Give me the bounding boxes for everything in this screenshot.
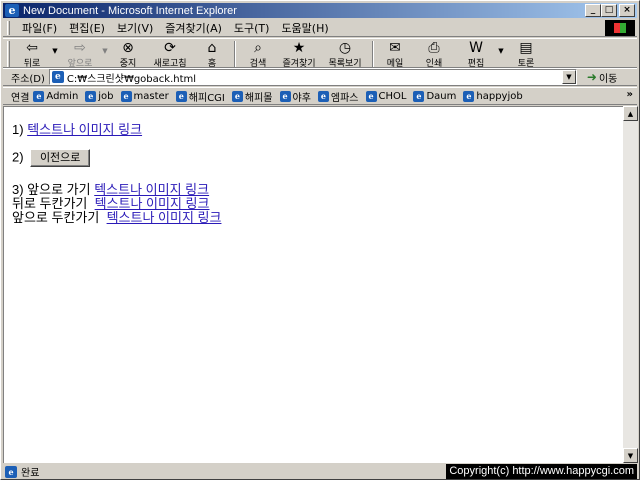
link-page-icon: e	[365, 90, 377, 102]
refresh-button[interactable]: ⟳ 새로고침	[146, 40, 194, 69]
standard-toolbar: ⇦ 뒤로 ▼ ⇨ 앞으로 ▼ ⊗ 중지 ⟳ 새로고침 ⌂ 홈 ⌕ 검색 ★ 즐겨…	[3, 38, 637, 69]
status-text: 완료	[21, 468, 40, 479]
menu-grip[interactable]	[7, 20, 10, 35]
previous-button[interactable]: 이전으로	[30, 149, 91, 167]
go-arrow-icon: ➜	[586, 70, 597, 84]
status-page-icon: e	[5, 465, 17, 478]
edit-icon: W	[469, 40, 483, 56]
content-line-1: 1) 텍스트나 이미지 링크	[12, 122, 143, 137]
link-page-icon: e	[85, 90, 97, 102]
print-icon: ⎙	[428, 40, 440, 56]
link-page-icon: e	[33, 90, 45, 102]
link-page-icon: e	[175, 90, 187, 102]
vertical-scrollbar[interactable]: ▲ ▼	[623, 106, 638, 463]
favorites-button[interactable]: ★ 즐겨찾기	[276, 40, 322, 69]
toolbar-separator	[372, 41, 374, 67]
home-button[interactable]: ⌂ 홈	[194, 40, 230, 69]
title-bar[interactable]: e New Document - Microsoft Internet Expl…	[3, 3, 637, 18]
link-yahoo[interactable]: e 야후	[279, 89, 311, 104]
mail-button[interactable]: ✉ 메일	[378, 40, 412, 69]
edit-button[interactable]: W 편집	[456, 40, 496, 69]
address-input[interactable]: e C:₩스크린샷₩goback.html ▼	[48, 69, 577, 85]
page-content: 1) 텍스트나 이미지 링크 2) 이전으로 3) 앞으로 가기 텍스트나 이미…	[3, 106, 623, 463]
minimize-button[interactable]: _	[585, 4, 601, 17]
content-line-5: 앞으로 두칸가기 텍스트나 이미지 링크	[12, 210, 222, 225]
go-button[interactable]: ➜ 이동	[587, 70, 617, 85]
menu-help[interactable]: 도움말(H)	[275, 20, 334, 36]
search-icon: ⌕	[254, 40, 262, 56]
home-icon: ⌂	[207, 40, 217, 56]
link-page-icon: e	[279, 90, 291, 102]
link-happyjob[interactable]: e happyjob	[463, 90, 523, 102]
status-bar: e 완료 Copyright(c) http://www.happycgi.co…	[3, 464, 637, 479]
forward-arrow-icon: ⇨	[74, 40, 86, 56]
menu-favorites[interactable]: 즐겨찾기(A)	[159, 20, 228, 36]
menu-bar: 파일(F) 편집(E) 보기(V) 즐겨찾기(A) 도구(T) 도움말(H)	[3, 19, 637, 37]
address-label: 주소(D)	[11, 73, 45, 85]
ie-logo-icon: e	[5, 4, 19, 17]
link-page-icon: e	[413, 90, 425, 102]
link-happymall[interactable]: e 해피몰	[231, 89, 273, 104]
back-arrow-icon: ⇦	[26, 40, 38, 56]
close-button[interactable]: ×	[619, 4, 635, 17]
link-job[interactable]: e job	[85, 90, 114, 102]
window-controls: _ □ ×	[585, 4, 635, 17]
link-admin[interactable]: e Admin	[33, 90, 78, 102]
text-image-link-1[interactable]: 텍스트나 이미지 링크	[27, 122, 142, 137]
discuss-button[interactable]: ▤ 토론	[506, 40, 546, 69]
stop-icon: ⊗	[122, 40, 134, 56]
forward-button[interactable]: ⇨ 앞으로	[60, 40, 100, 69]
links-bar: 연결 e Admin e job e master e 해피CGI e 해피몰 e 야후 e…	[3, 87, 637, 105]
favorites-icon: ★	[292, 40, 306, 56]
text-image-link-forward-two[interactable]: 텍스트나 이미지 링크	[107, 210, 222, 225]
link-page-icon: e	[317, 90, 329, 102]
back-dropdown[interactable]: ▼	[50, 47, 60, 55]
scroll-up-button[interactable]: ▲	[623, 106, 638, 121]
link-master[interactable]: e master	[120, 90, 169, 102]
link-chol[interactable]: e CHOL	[365, 90, 406, 102]
edit-dropdown[interactable]: ▼	[496, 47, 506, 55]
toolbar-separator	[234, 41, 236, 67]
scroll-down-button[interactable]: ▼	[623, 448, 638, 463]
copyright-notice: Copyright(c) http://www.happycgi.com	[446, 464, 637, 479]
links-more-chevron-icon[interactable]: »	[627, 89, 633, 100]
menu-view[interactable]: 보기(V)	[111, 20, 159, 36]
refresh-icon: ⟳	[164, 40, 176, 56]
toolbar-grip[interactable]	[7, 41, 10, 67]
page-icon: e	[51, 71, 64, 83]
link-page-icon: e	[231, 90, 243, 102]
back-button[interactable]: ⇦ 뒤로	[14, 40, 50, 69]
link-page-icon: e	[120, 90, 132, 102]
link-page-icon: e	[463, 90, 475, 102]
maximize-button[interactable]: □	[601, 4, 617, 17]
search-button[interactable]: ⌕ 검색	[240, 40, 276, 69]
forward-dropdown[interactable]: ▼	[100, 47, 110, 55]
history-icon: ◷	[338, 40, 352, 56]
menu-edit[interactable]: 편집(E)	[63, 20, 111, 36]
window-title: New Document - Microsoft Internet Explor…	[23, 4, 237, 17]
address-bar: 주소(D) e C:₩스크린샷₩goback.html ▼ ➜ 이동	[3, 68, 637, 86]
address-value[interactable]: C:₩스크린샷₩goback.html	[67, 70, 196, 85]
browser-window: e New Document - Microsoft Internet Expl…	[0, 0, 640, 480]
link-happycgi[interactable]: e 해피CGI	[175, 89, 225, 104]
history-button[interactable]: ◷ 목록보기	[322, 40, 368, 69]
link-daum[interactable]: e Daum	[413, 90, 456, 102]
windows-logo-icon	[605, 20, 635, 36]
address-dropdown-button[interactable]: ▼	[561, 70, 576, 84]
links-label: 연결	[11, 92, 30, 104]
stop-button[interactable]: ⊗ 중지	[110, 40, 146, 69]
mail-icon: ✉	[389, 40, 401, 56]
discuss-icon: ▤	[519, 40, 533, 56]
link-empas[interactable]: e 엠파스	[317, 89, 359, 104]
menu-file[interactable]: 파일(F)	[16, 20, 63, 36]
content-line-2: 2) 이전으로	[12, 149, 91, 167]
menu-tools[interactable]: 도구(T)	[228, 20, 276, 36]
print-button[interactable]: ⎙ 인쇄	[412, 40, 456, 69]
